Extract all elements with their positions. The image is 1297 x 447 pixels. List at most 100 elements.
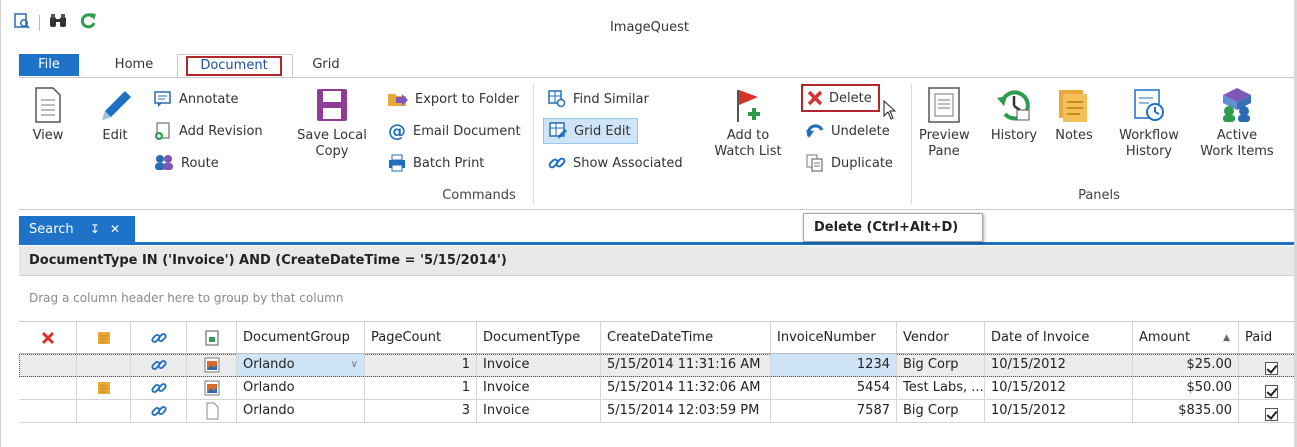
cell-documentgroup[interactable]: Orlando — [237, 377, 365, 399]
edit-button[interactable]: Edit — [91, 78, 139, 144]
notes-button[interactable]: Notes — [1051, 78, 1097, 144]
view-button[interactable]: View — [25, 78, 71, 144]
pin-icon[interactable]: ↧ — [90, 222, 100, 236]
route-button[interactable]: Route — [153, 150, 219, 176]
save-local-copy-button[interactable]: Save Local Copy — [291, 78, 373, 160]
tab-grid[interactable]: Grid — [303, 54, 349, 76]
group-panel-hint[interactable]: Drag a column header here to group by th… — [19, 278, 1297, 318]
row-associated-cell[interactable] — [131, 354, 187, 376]
header-delete-column[interactable] — [19, 322, 77, 353]
email-document-button[interactable]: @ Email Document — [387, 118, 521, 144]
cell-createdatetime[interactable]: 5/15/2014 12:03:59 PM — [601, 400, 771, 422]
cell-date-of-invoice[interactable]: 10/15/2012 — [985, 354, 1133, 376]
cell-documentgroup[interactable]: Orlando ∨ — [237, 354, 365, 376]
find-similar-button[interactable]: Find Similar — [547, 86, 649, 112]
header-thumbnail-column[interactable] — [187, 322, 237, 353]
row-thumbnail-cell[interactable] — [187, 377, 237, 399]
header-createdatetime[interactable]: CreateDateTime — [601, 322, 771, 353]
duplicate-button[interactable]: Duplicate — [805, 150, 893, 176]
header-associated-column[interactable] — [131, 322, 187, 353]
show-associated-button[interactable]: Show Associated — [547, 150, 683, 176]
paid-checkbox[interactable] — [1265, 361, 1278, 375]
annotate-label: Annotate — [179, 91, 239, 107]
chevron-down-icon[interactable]: ∨ — [351, 354, 358, 376]
row-notes-cell[interactable] — [77, 354, 131, 376]
row-delete-cell[interactable] — [19, 354, 77, 376]
image-thumbnail-icon — [204, 357, 220, 373]
cell-pagecount[interactable]: 1 — [365, 354, 477, 376]
table-row[interactable]: Orlando 1 Invoice 5/15/2014 11:32:06 AM 5454… — [19, 377, 1297, 400]
delete-x-icon — [41, 331, 54, 344]
search-panel-title: Search — [29, 222, 74, 237]
cell-vendor[interactable]: Big Corp — [897, 354, 985, 376]
cell-amount[interactable]: $835.00 — [1133, 400, 1239, 422]
close-icon[interactable]: ✕ — [110, 222, 120, 236]
preview-pane-button[interactable]: Preview Pane — [919, 78, 970, 160]
cell-vendor[interactable]: Test Labs, ... — [897, 377, 985, 399]
cell-paid[interactable] — [1239, 400, 1297, 422]
cell-pagecount[interactable]: 1 — [365, 377, 477, 399]
table-row[interactable]: Orlando ∨ 1 Invoice 5/15/2014 11:31:16 AM 123… — [19, 354, 1297, 377]
row-delete-cell[interactable] — [19, 377, 77, 399]
cell-documenttype[interactable]: Invoice — [477, 400, 601, 422]
header-notes-column[interactable] — [77, 322, 131, 353]
cell-amount[interactable]: $25.00 — [1133, 354, 1239, 376]
header-pagecount[interactable]: PageCount — [365, 322, 477, 353]
app-window: ImageQuest File Home Document Grid View … — [0, 0, 1297, 447]
row-thumbnail-cell[interactable] — [187, 400, 237, 422]
tab-home[interactable]: Home — [105, 54, 163, 76]
cell-documenttype[interactable]: Invoice — [477, 354, 601, 376]
cell-invoicenumber[interactable]: 1234 — [771, 354, 897, 376]
grid-edit-button[interactable]: Grid Edit — [543, 118, 638, 144]
cell-date-of-invoice[interactable]: 10/15/2012 — [985, 377, 1133, 399]
row-notes-cell[interactable] — [77, 400, 131, 422]
cell-documenttype[interactable]: Invoice — [477, 377, 601, 399]
paid-checkbox[interactable] — [1265, 407, 1278, 421]
workflow-history-button[interactable]: Workflow History — [1109, 78, 1189, 160]
tab-file[interactable]: File — [19, 54, 79, 76]
undelete-button[interactable]: Undelete — [805, 118, 890, 144]
undo-arrow-icon — [806, 124, 824, 138]
header-date-of-invoice[interactable]: Date of Invoice — [985, 322, 1133, 353]
cell-date-of-invoice[interactable]: 10/15/2012 — [985, 400, 1133, 422]
tab-document[interactable]: Document — [177, 54, 293, 78]
delete-tooltip: Delete (Ctrl+Alt+D) — [803, 213, 983, 242]
cell-invoicenumber[interactable]: 7587 — [771, 400, 897, 422]
add-to-watch-list-button[interactable]: Add to Watch List — [713, 78, 783, 160]
history-button[interactable]: History — [987, 78, 1041, 144]
cell-createdatetime[interactable]: 5/15/2014 11:31:16 AM — [601, 354, 771, 376]
row-notes-cell[interactable] — [77, 377, 131, 399]
header-vendor[interactable]: Vendor — [897, 322, 985, 353]
header-amount[interactable]: Amount ▲ — [1133, 322, 1239, 353]
row-associated-cell[interactable] — [131, 400, 187, 422]
row-delete-cell[interactable] — [19, 400, 77, 422]
cell-documentgroup[interactable]: Orlando — [237, 400, 365, 422]
cell-paid[interactable] — [1239, 354, 1297, 376]
cell-pagecount[interactable]: 3 — [365, 400, 477, 422]
header-invoicenumber[interactable]: InvoiceNumber — [771, 322, 897, 353]
cell-paid[interactable] — [1239, 377, 1297, 399]
add-revision-button[interactable]: Add Revision — [153, 118, 263, 144]
table-row[interactable]: Orlando 3 Invoice 5/15/2014 12:03:59 PM 7587… — [19, 400, 1297, 423]
notes-icon — [97, 331, 110, 344]
cell-vendor[interactable]: Big Corp — [897, 400, 985, 422]
search-panel-tab[interactable]: Search ↧ ✕ — [19, 216, 135, 242]
active-work-items-button[interactable]: Active Work Items — [1195, 78, 1279, 160]
header-documentgroup[interactable]: DocumentGroup — [237, 322, 365, 353]
export-to-folder-button[interactable]: Export to Folder — [387, 86, 519, 112]
cell-amount[interactable]: $50.00 — [1133, 377, 1239, 399]
active-work-items-icon — [1223, 88, 1251, 122]
cell-createdatetime[interactable]: 5/15/2014 11:32:06 AM — [601, 377, 771, 399]
add-to-label-1: Add to — [726, 128, 770, 143]
delete-button[interactable]: Delete — [801, 84, 880, 112]
ribbon-tabs: File Home Document Grid — [1, 54, 1297, 78]
paid-checkbox[interactable] — [1265, 384, 1278, 398]
batch-print-button[interactable]: Batch Print — [387, 150, 484, 176]
header-documenttype[interactable]: DocumentType — [477, 322, 601, 353]
row-thumbnail-cell[interactable] — [187, 354, 237, 376]
history-clock-icon — [997, 90, 1030, 121]
row-associated-cell[interactable] — [131, 377, 187, 399]
cell-invoicenumber[interactable]: 5454 — [771, 377, 897, 399]
annotate-button[interactable]: Annotate — [153, 86, 238, 112]
header-paid[interactable]: Paid — [1239, 322, 1297, 353]
